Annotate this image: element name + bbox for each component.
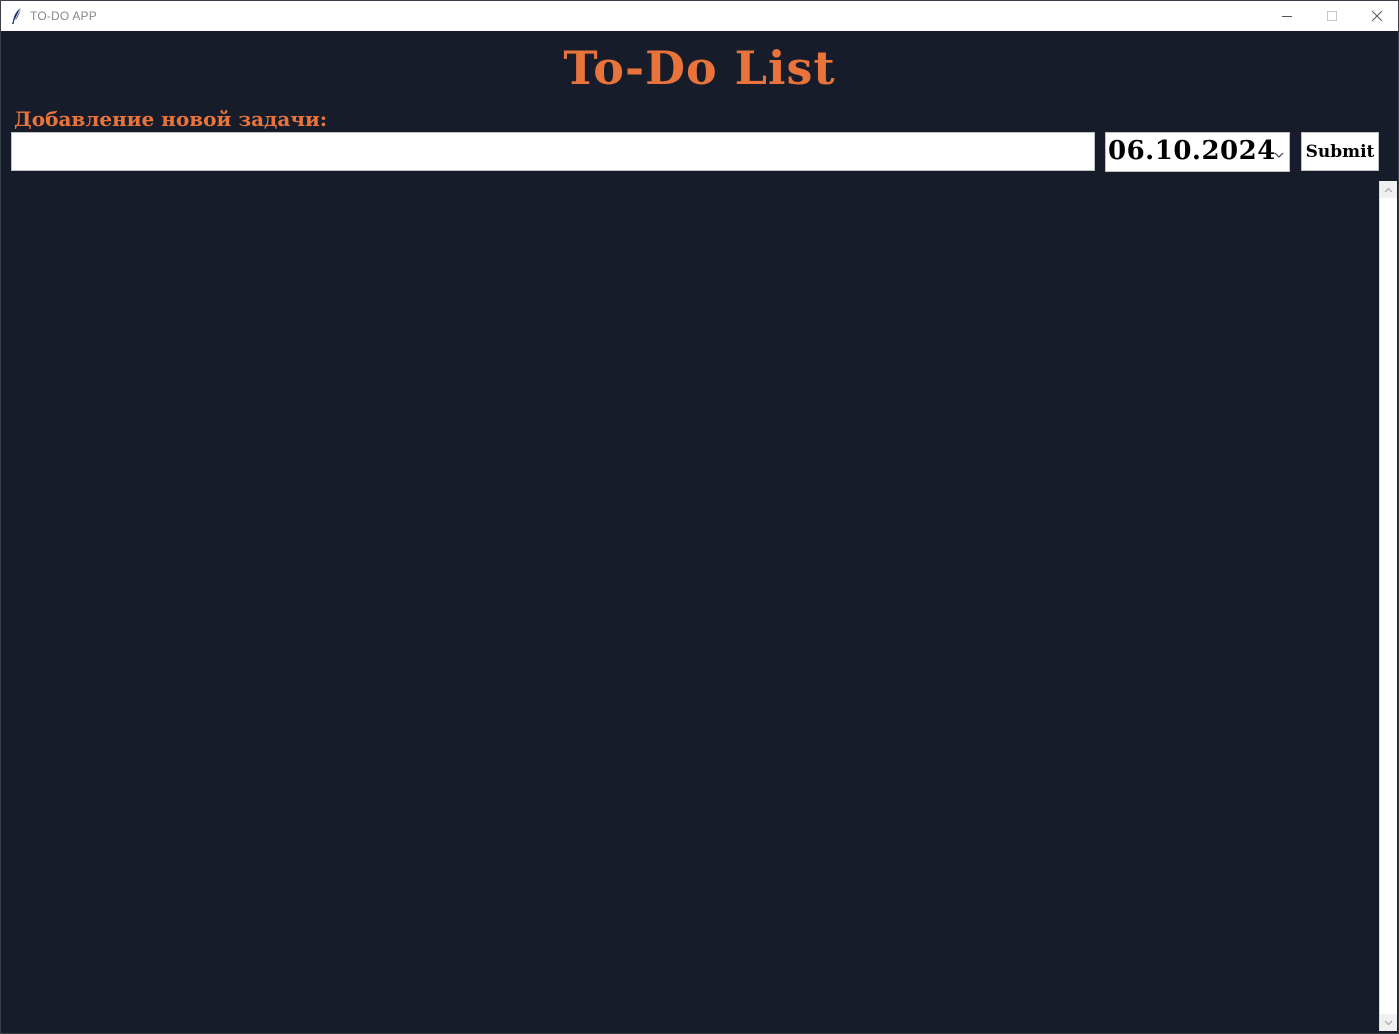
close-button[interactable] [1354,1,1398,31]
submit-button[interactable]: Submit [1301,132,1379,171]
scroll-track[interactable] [1380,198,1397,1014]
minimize-button[interactable] [1264,1,1310,31]
minimize-icon [1281,7,1293,26]
feather-icon [10,7,24,25]
title-bar[interactable]: TO-DO APP [1,1,1398,31]
scroll-down-icon[interactable] [1380,1014,1397,1031]
chevron-down-icon[interactable] [1273,146,1285,158]
page-title: To-Do List [563,41,836,95]
app-content: To-Do List Добавление новой задачи: 06.1… [1,31,1398,1033]
window-title: TO-DO APP [30,9,97,23]
scroll-up-icon[interactable] [1380,181,1397,198]
app-window: TO-DO APP To-Do List Добавление новой за… [0,0,1399,1034]
close-icon [1371,7,1383,26]
date-value: 06.10.2024 [1108,136,1276,166]
maximize-icon [1326,7,1338,26]
task-list [1,181,1379,1033]
vertical-scrollbar[interactable] [1379,181,1397,1031]
maximize-button[interactable] [1309,1,1355,31]
new-task-label: Добавление новой задачи: [14,107,328,131]
task-input[interactable] [11,132,1095,171]
date-picker[interactable]: 06.10.2024 [1105,132,1290,172]
